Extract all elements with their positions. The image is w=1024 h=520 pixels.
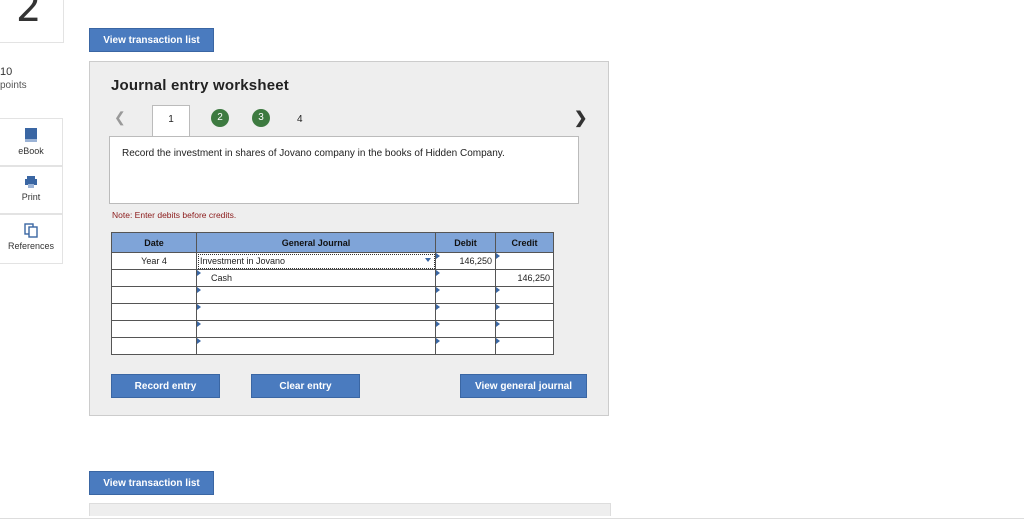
- credit-cell[interactable]: [495, 303, 554, 321]
- view-transaction-list-button[interactable]: View transaction list: [89, 28, 214, 52]
- instruction-text: Record the investment in shares of Jovan…: [122, 148, 505, 159]
- sidebar-item-references[interactable]: References: [0, 214, 63, 264]
- entry-marker-icon: [496, 304, 500, 310]
- date-cell[interactable]: [111, 303, 197, 321]
- header-general-journal: General Journal: [196, 232, 436, 253]
- points-value: 10: [0, 66, 13, 78]
- entry-marker-icon: [197, 287, 201, 293]
- header-credit: Credit: [495, 232, 554, 253]
- credit-cell[interactable]: [495, 337, 554, 355]
- table-header-row: Date General Journal Debit Credit: [111, 232, 554, 253]
- entry-marker-icon: [197, 270, 201, 276]
- debit-cell[interactable]: 146,250: [435, 252, 496, 270]
- date-cell[interactable]: [111, 269, 197, 287]
- table-row: [111, 286, 554, 304]
- entry-marker-icon: [496, 287, 500, 293]
- debit-value: 146,250: [459, 256, 492, 266]
- table-row: Cash 146,250: [111, 269, 554, 287]
- chevron-right-icon[interactable]: ❯: [574, 108, 587, 128]
- tab-1[interactable]: 1: [152, 105, 190, 137]
- entry-marker-icon: [496, 321, 500, 327]
- dropdown-arrow-icon[interactable]: [425, 258, 431, 262]
- entry-marker-icon: [197, 338, 201, 344]
- debit-cell[interactable]: [435, 269, 496, 287]
- entry-marker-icon: [197, 321, 201, 327]
- account-select[interactable]: [196, 337, 436, 355]
- book-icon: [25, 128, 37, 142]
- table-row: [111, 337, 554, 355]
- printer-icon: [25, 176, 37, 188]
- record-entry-button[interactable]: Record entry: [111, 374, 220, 398]
- clear-entry-button[interactable]: Clear entry: [251, 374, 360, 398]
- account-value: Investment in Jovano: [200, 256, 286, 266]
- date-cell[interactable]: Year 4: [111, 252, 197, 270]
- next-panel-edge: [89, 503, 611, 516]
- divider: [0, 518, 1024, 519]
- entry-marker-icon: [436, 304, 440, 310]
- entry-marker-icon: [197, 304, 201, 310]
- credit-cell[interactable]: [495, 252, 554, 270]
- table-row: Year 4 Investment in Jovano 146,250: [111, 252, 554, 270]
- account-select[interactable]: Investment in Jovano: [196, 252, 436, 270]
- date-cell[interactable]: [111, 337, 197, 355]
- journal-table: Date General Journal Debit Credit Year 4…: [111, 232, 554, 355]
- debit-cell[interactable]: [435, 286, 496, 304]
- header-date: Date: [111, 232, 197, 253]
- credit-cell[interactable]: [495, 286, 554, 304]
- entry-marker-icon: [436, 287, 440, 293]
- entry-marker-icon: [496, 253, 500, 259]
- debit-cell[interactable]: [435, 320, 496, 338]
- date-cell[interactable]: [111, 286, 197, 304]
- instruction-box: Record the investment in shares of Jovan…: [109, 136, 579, 204]
- sidebar-item-ebook[interactable]: eBook: [0, 118, 63, 166]
- question-number: 2: [16, 0, 42, 31]
- account-select[interactable]: [196, 303, 436, 321]
- view-transaction-list-button-bottom[interactable]: View transaction list: [89, 471, 214, 495]
- credit-value: 146,250: [517, 273, 550, 283]
- tab-2[interactable]: 2: [211, 109, 229, 127]
- date-cell[interactable]: [111, 320, 197, 338]
- header-debit: Debit: [435, 232, 496, 253]
- sidebar-item-print[interactable]: Print: [0, 166, 63, 214]
- tab-3[interactable]: 3: [252, 109, 270, 127]
- entry-marker-icon: [436, 253, 440, 259]
- credit-cell[interactable]: 146,250: [495, 269, 554, 287]
- entry-marker-icon: [436, 270, 440, 276]
- entry-marker-icon: [436, 321, 440, 327]
- account-select[interactable]: [196, 320, 436, 338]
- account-select[interactable]: [196, 286, 436, 304]
- credit-cell[interactable]: [495, 320, 554, 338]
- chevron-left-icon[interactable]: ❮: [114, 109, 126, 126]
- table-row: [111, 303, 554, 321]
- points-label: points: [0, 80, 27, 91]
- entry-marker-icon: [436, 338, 440, 344]
- account-value: Cash: [211, 273, 233, 283]
- view-general-journal-button[interactable]: View general journal: [460, 374, 587, 398]
- table-row: [111, 320, 554, 338]
- worksheet-title: Journal entry worksheet: [111, 77, 289, 94]
- copy-icon: [24, 223, 38, 238]
- journal-entry-worksheet: Journal entry worksheet ❮ 1 2 3 4 ❯ Reco…: [89, 61, 609, 416]
- sidebar-item-label: eBook: [18, 146, 44, 156]
- note-text: Note: Enter debits before credits.: [112, 210, 237, 220]
- sidebar-item-label: Print: [21, 192, 41, 202]
- entry-marker-icon: [496, 338, 500, 344]
- debit-cell[interactable]: [435, 303, 496, 321]
- account-select[interactable]: Cash: [196, 269, 436, 287]
- debit-cell[interactable]: [435, 337, 496, 355]
- sidebar-item-label: References: [7, 241, 55, 251]
- tab-4[interactable]: 4: [297, 114, 303, 125]
